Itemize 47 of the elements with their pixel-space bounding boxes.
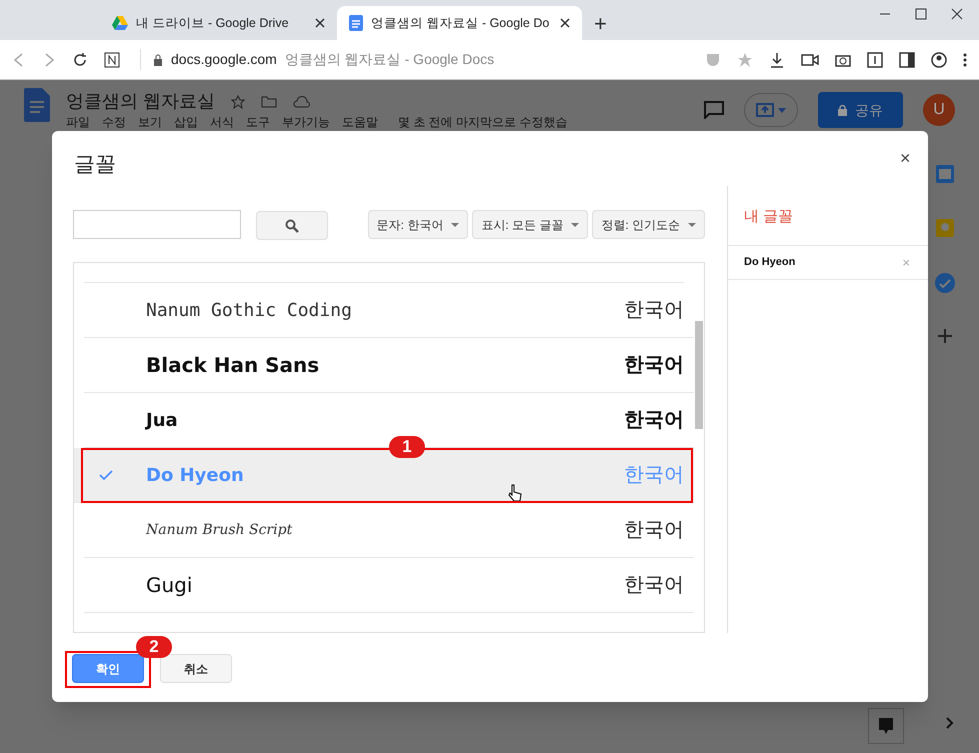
font-option[interactable]: Gugi 한국어 [84, 558, 694, 613]
font-sample: 한국어 [624, 573, 684, 598]
tab-title: 내 드라이브 - Google Drive [136, 14, 290, 32]
cancel-button[interactable]: 취소 [160, 654, 232, 683]
last-edit-link[interactable]: 몇 초 전에 마지막으로 수정했습 [398, 115, 568, 129]
annotation-badge: 1 [389, 436, 425, 458]
font-sample: 한국어 [624, 298, 684, 323]
filter-dropdown[interactable]: 정렬: 인기도순 [592, 210, 705, 239]
ok-button[interactable]: 확인 [72, 654, 144, 683]
new-tab-button[interactable]: + [582, 6, 619, 40]
font-option[interactable]: Nanum Brush Script 한국어 [84, 503, 694, 558]
font-name: Nanum Brush Script [146, 520, 292, 540]
font-name: Jua [146, 408, 178, 432]
menu-item[interactable]: 도구 [246, 115, 270, 129]
font-name: Nanum Gothic Coding [146, 298, 352, 322]
tab-title: 엉클샘의 웹자료실 - Google Do [371, 14, 550, 32]
url-domain[interactable]: docs.google.com [171, 49, 277, 70]
font-option[interactable]: Nanum Gothic Coding 한국어 [84, 283, 694, 338]
browser-tab[interactable]: 엉클샘의 웹자료실 - Google Do [337, 6, 582, 40]
dialog-title: 글꼴 [74, 152, 116, 178]
menu-item[interactable]: 파일 [66, 115, 90, 129]
share-button[interactable]: 공유 [818, 92, 903, 128]
font-sample: 한국어 [624, 408, 684, 433]
font-name: Black Han Sans [146, 352, 320, 379]
menu-item[interactable]: 보기 [138, 115, 162, 129]
font-option[interactable]: Black Han Sans 한국어 [84, 338, 694, 393]
menu-item[interactable]: 부가기능 [282, 115, 330, 129]
filter-dropdown[interactable]: 문자: 한국어 [368, 210, 468, 239]
avatar[interactable]: U [923, 94, 955, 126]
font-sample: 한국어 [624, 518, 684, 543]
browser-tab[interactable]: 내 드라이브 - Google Drive [100, 6, 337, 40]
annotation-badge: 2 [136, 636, 172, 658]
my-fonts-title: 내 글꼴 [728, 186, 928, 246]
remove-button[interactable]: × [902, 252, 910, 272]
menu-item[interactable]: 삽입 [174, 115, 198, 129]
font-sample: 한국어 [624, 463, 684, 488]
close-button[interactable]: × [900, 149, 911, 167]
font-name: Do Hyeon [145, 464, 244, 488]
page-title: 엉클샘의 웹자료실 - Google Docs [284, 50, 494, 69]
menu-item[interactable]: 서식 [210, 115, 234, 129]
menu-item[interactable]: 수정 [102, 115, 126, 129]
font-name: Gugi [146, 572, 192, 599]
menu-item[interactable]: 도움말 [342, 115, 378, 129]
filter-dropdown[interactable]: 표시: 모든 글꼴 [472, 210, 588, 239]
document-title[interactable]: 엉클샘의 웹자료실 [66, 88, 216, 115]
font-sample: 한국어 [624, 353, 684, 378]
my-font-name: Do Hyeon [744, 255, 796, 270]
